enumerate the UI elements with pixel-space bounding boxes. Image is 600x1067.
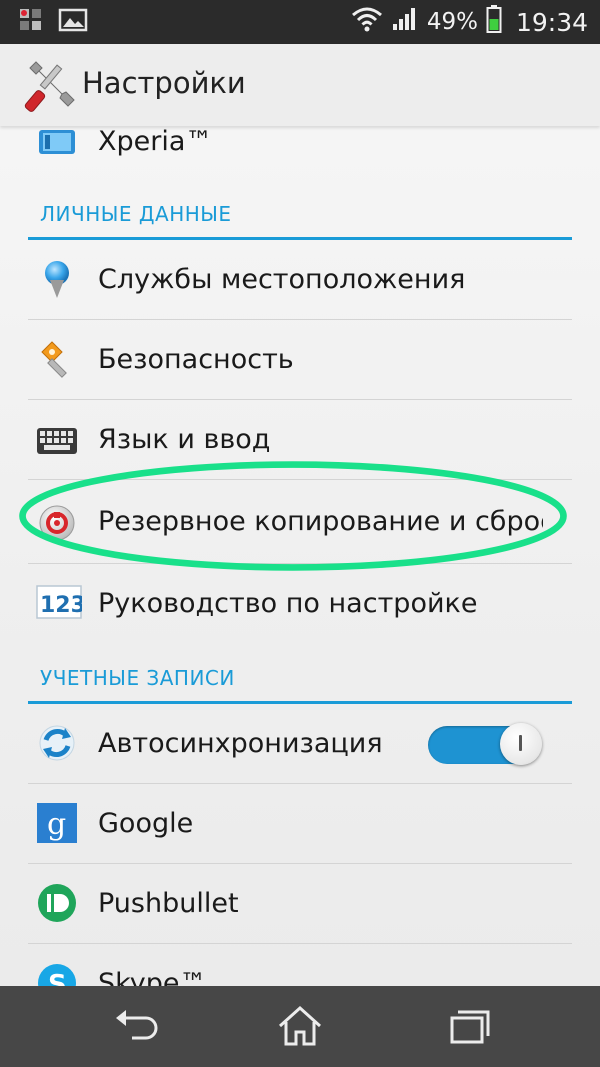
list-item-google[interactable]: g Google — [0, 784, 600, 864]
security-key-icon — [36, 338, 78, 380]
list-item-setup-guide[interactable]: 123 Руководство по настройке — [0, 564, 600, 644]
list-item-backup-reset[interactable]: Резервное копирование и сброс — [0, 480, 600, 564]
list-item-label: Язык и ввод — [98, 424, 271, 455]
gallery-icon — [58, 7, 88, 37]
list-item-label: Резервное копирование и сброс — [98, 506, 543, 537]
clock: 19:34 — [515, 7, 588, 37]
battery-icon — [486, 4, 502, 40]
list-item-pushbullet[interactable]: Pushbullet — [0, 864, 600, 944]
status-bar: 49% 19:34 — [0, 0, 600, 44]
svg-text:S: S — [48, 970, 67, 986]
pushbullet-icon — [36, 882, 78, 924]
keyboard-icon — [36, 420, 78, 462]
list-item-label: Руководство по настройке — [98, 588, 478, 619]
list-item-skype[interactable]: S Skype™ — [0, 944, 600, 986]
backup-reset-icon — [36, 502, 78, 544]
section-header-accounts: УЧЕТНЫЕ ЗАПИСИ — [0, 644, 600, 704]
list-item-label: Xperia™ — [98, 126, 213, 157]
android-settings-screen: 49% 19:34 Настройки Xperia™ ЛИЧНЫЕ ДАННЫ… — [0, 0, 600, 1067]
skype-icon: S — [36, 962, 78, 986]
wifi-icon — [351, 6, 383, 38]
section-title: УЧЕТНЫЕ ЗАПИСИ — [40, 666, 235, 690]
svg-text:g: g — [47, 807, 66, 842]
back-icon[interactable] — [112, 1004, 160, 1048]
system-status-area: 49% 19:34 — [351, 0, 588, 44]
settings-tools-icon[interactable] — [22, 58, 78, 114]
list-item-label: Службы местоположения — [98, 264, 466, 295]
section-header-personal: ЛИЧНЫЕ ДАННЫЕ — [0, 180, 600, 240]
list-item-security[interactable]: Безопасность — [0, 320, 600, 400]
recent-apps-icon[interactable] — [446, 1004, 494, 1048]
signal-icon — [391, 6, 419, 38]
list-item-label: Google — [98, 808, 194, 839]
battery-percent: 49% — [426, 9, 478, 35]
list-item-language-input[interactable]: Язык и ввод — [0, 400, 600, 480]
list-item-xperia[interactable]: Xperia™ — [0, 126, 600, 174]
list-item-location[interactable]: Службы местоположения — [0, 240, 600, 320]
settings-list[interactable]: Xperia™ ЛИЧНЫЕ ДАННЫЕ Службы местоположе… — [0, 126, 600, 986]
page-title: Настройки — [82, 66, 246, 100]
google-icon: g — [36, 802, 78, 844]
list-item-autosync[interactable]: Автосинхронизация — [0, 704, 600, 784]
navigation-bar — [0, 986, 600, 1067]
section-title: ЛИЧНЫЕ ДАННЫЕ — [40, 202, 232, 226]
home-icon[interactable] — [276, 1004, 324, 1048]
list-item-label: Pushbullet — [98, 888, 239, 919]
action-bar: Настройки — [0, 44, 600, 126]
location-pin-icon — [36, 258, 78, 300]
app-notification-icon — [18, 7, 44, 37]
sync-icon — [36, 722, 78, 764]
notification-area — [18, 8, 88, 36]
list-item-label: Автосинхронизация — [98, 728, 383, 759]
svg-text:123: 123 — [40, 593, 82, 618]
list-item-label: Безопасность — [98, 344, 294, 375]
autosync-toggle[interactable] — [428, 723, 542, 765]
xperia-icon — [36, 126, 78, 164]
setup-guide-123-icon: 123 — [36, 582, 86, 624]
list-item-label: Skype™ — [98, 968, 207, 986]
toggle-knob[interactable] — [500, 723, 542, 765]
